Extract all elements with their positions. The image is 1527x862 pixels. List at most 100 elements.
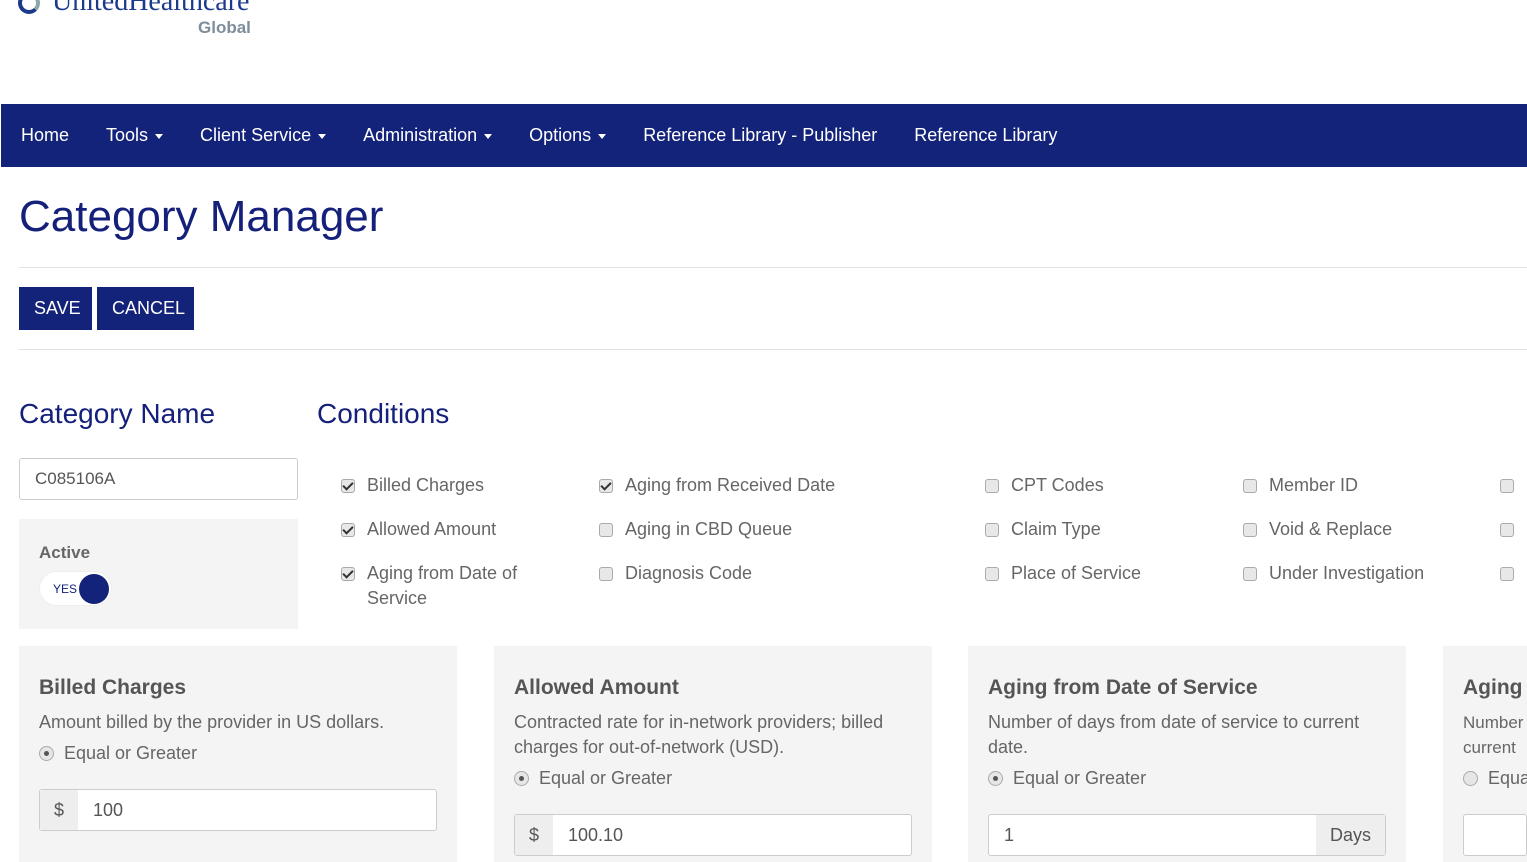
- condition-label: Billed Charges: [367, 475, 485, 495]
- card-description: Number current: [1463, 713, 1524, 757]
- condition-label: Under Investigation: [1269, 563, 1425, 583]
- card-title: Allowed Amount: [514, 676, 679, 699]
- condition-card: Allowed Amount Contracted rate for in-net…: [494, 646, 932, 862]
- nav-item[interactable]: Reference Library - Publisher: [643, 125, 877, 146]
- page-title: Category Manager: [19, 192, 384, 241]
- checkbox-icon[interactable]: [599, 567, 613, 581]
- value-input-group[interactable]: 1 Days: [988, 814, 1386, 856]
- nav-item[interactable]: Tools: [106, 125, 164, 146]
- condition-label: Aging in CBD Queue: [625, 519, 793, 539]
- value-input-group[interactable]: $100.10: [514, 814, 912, 856]
- nav-item[interactable]: Reference Library: [914, 125, 1057, 146]
- category-name-heading: Category Name: [19, 398, 216, 429]
- radio-icon[interactable]: [1463, 771, 1478, 786]
- unit-addon: Days: [1315, 815, 1385, 855]
- toggle-knob: [79, 574, 109, 604]
- radio-icon[interactable]: [988, 771, 1003, 786]
- card-description: Amount billed by the provider in US doll…: [39, 712, 385, 732]
- equal-or-greater-radio[interactable]: Equal or Greater: [39, 743, 437, 764]
- condition-label: Member ID: [1269, 475, 1359, 495]
- checkbox-icon[interactable]: [985, 479, 999, 493]
- condition-label: Aging from Date of Service: [367, 563, 518, 608]
- value-input-group[interactable]: [1463, 814, 1527, 856]
- caret-down-icon: [155, 133, 164, 139]
- nav-item[interactable]: Administration: [363, 125, 493, 146]
- active-panel: Active YES: [19, 519, 298, 629]
- checkbox-icon[interactable]: [1500, 479, 1514, 493]
- condition-checkbox[interactable]: Aging from Date of Service: [341, 561, 531, 611]
- checkbox-icon[interactable]: [341, 567, 355, 581]
- logo-icon: [18, 0, 40, 14]
- nav-item-label: Administration: [363, 125, 478, 145]
- condition-label: CPT Codes: [1011, 475, 1104, 495]
- value-input[interactable]: 100: [78, 790, 436, 830]
- condition-checkbox[interactable]: Under Investigation: [1243, 561, 1483, 586]
- active-label: Active: [39, 543, 91, 562]
- currency-addon: $: [515, 815, 554, 855]
- equal-or-greater-radio[interactable]: Equa: [1463, 768, 1527, 789]
- value-input[interactable]: [1464, 815, 1526, 855]
- condition-checkbox[interactable]: [1500, 561, 1527, 581]
- category-name-input[interactable]: [19, 458, 298, 500]
- condition-checkbox[interactable]: Aging in CBD Queue: [599, 517, 959, 542]
- checkbox-icon[interactable]: [1500, 567, 1514, 581]
- condition-checkbox[interactable]: Allowed Amount: [341, 517, 531, 542]
- equal-or-greater-radio[interactable]: Equal or Greater: [514, 768, 912, 789]
- nav-item-label: Options: [529, 125, 592, 145]
- card-description: Number of days from date of service to c…: [988, 712, 1360, 757]
- condition-card: Billed Charges Amount billed by the provi…: [19, 646, 457, 862]
- equal-or-greater-radio[interactable]: Equal or Greater: [988, 768, 1386, 789]
- condition-checkbox[interactable]: [1500, 473, 1527, 493]
- condition-checkbox[interactable]: Place of Service: [985, 561, 1225, 586]
- value-input-group[interactable]: $100: [39, 789, 437, 831]
- conditions-heading: Conditions: [317, 398, 450, 429]
- caret-down-icon: [318, 133, 327, 139]
- checkbox-icon[interactable]: [1500, 523, 1514, 537]
- checkbox-icon[interactable]: [985, 523, 999, 537]
- condition-card: Aging Number current Equa: [1443, 646, 1527, 862]
- nav-item-label: Home: [21, 125, 70, 145]
- radio-icon[interactable]: [514, 771, 529, 786]
- condition-checkbox[interactable]: Diagnosis Code: [599, 561, 959, 586]
- checkbox-icon[interactable]: [1243, 567, 1257, 581]
- divider: [19, 267, 1527, 268]
- card-title: Aging: [1463, 676, 1523, 699]
- condition-label: Aging from Received Date: [625, 475, 836, 495]
- condition-checkbox[interactable]: Claim Type: [985, 517, 1225, 542]
- checkbox-icon[interactable]: [1243, 479, 1257, 493]
- value-input[interactable]: 100.10: [553, 815, 911, 855]
- radio-icon[interactable]: [39, 746, 54, 761]
- active-toggle[interactable]: YES: [39, 571, 112, 606]
- condition-label: Diagnosis Code: [625, 563, 753, 583]
- nav-item-label: Reference Library: [914, 125, 1058, 145]
- condition-card: Aging from Date of Service Number of days…: [968, 646, 1406, 862]
- nav-item[interactable]: Client Service: [200, 125, 327, 146]
- nav-item-label: Reference Library - Publisher: [643, 125, 878, 145]
- checkbox-icon[interactable]: [599, 523, 613, 537]
- cancel-button[interactable]: CANCEL: [97, 287, 194, 330]
- nav-item[interactable]: Home: [21, 125, 69, 146]
- radio-label: Equal or Greater: [64, 743, 198, 763]
- logo-brand: UnitedHealthcare: [52, 0, 250, 17]
- condition-checkbox[interactable]: Billed Charges: [341, 473, 531, 498]
- checkbox-icon[interactable]: [985, 567, 999, 581]
- condition-checkbox[interactable]: Member ID: [1243, 473, 1483, 498]
- condition-checkbox[interactable]: CPT Codes: [985, 473, 1225, 498]
- card-title: Billed Charges: [39, 676, 187, 699]
- checkbox-icon[interactable]: [1243, 523, 1257, 537]
- checkbox-icon[interactable]: [599, 479, 613, 493]
- radio-label: Equal or Greater: [1013, 768, 1147, 788]
- condition-checkbox[interactable]: Void & Replace: [1243, 517, 1483, 542]
- checkbox-icon[interactable]: [341, 479, 355, 493]
- save-button[interactable]: SAVE: [19, 287, 92, 330]
- logo-subtitle: Global: [198, 18, 251, 37]
- value-input[interactable]: 1: [989, 815, 1316, 855]
- nav-item[interactable]: Options: [529, 125, 607, 146]
- condition-label: Void & Replace: [1269, 519, 1393, 539]
- condition-checkbox[interactable]: Aging from Received Date: [599, 473, 959, 498]
- checkbox-icon[interactable]: [341, 523, 355, 537]
- condition-label: Claim Type: [1011, 519, 1101, 539]
- radio-label: Equal or Greater: [539, 768, 673, 788]
- card-description: Contracted rate for in-network providers…: [514, 712, 884, 757]
- condition-checkbox[interactable]: [1500, 517, 1527, 537]
